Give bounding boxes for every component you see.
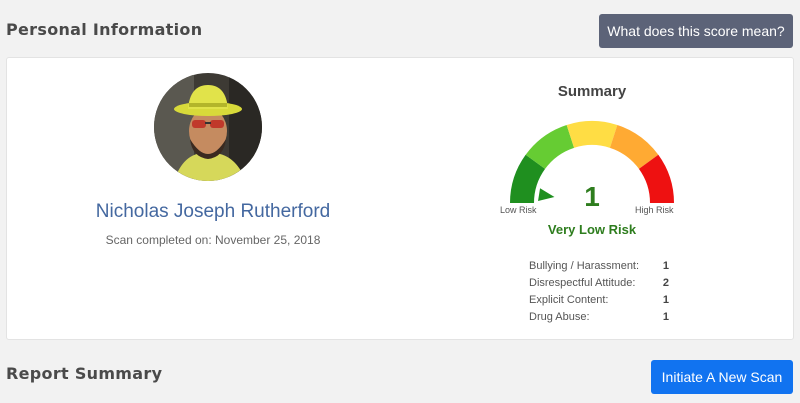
breakdown-value: 1 [662, 311, 669, 323]
risk-score: 1 [584, 181, 600, 212]
avatar [154, 73, 262, 181]
gauge-high-label: High Risk [635, 205, 674, 215]
breakdown-label: Explicit Content: [529, 294, 609, 306]
gauge-low-label: Low Risk [500, 205, 537, 215]
profile-photo [154, 73, 262, 181]
breakdown-value: 1 [662, 294, 669, 306]
risk-breakdown: Bullying / Harassment: 1 Disrespectful A… [529, 258, 669, 326]
breakdown-row: Drug Abuse: 1 [529, 309, 669, 326]
report-summary-heading: Report Summary [6, 364, 163, 383]
risk-level: Very Low Risk [547, 222, 637, 237]
breakdown-row: Bullying / Harassment: 1 [529, 258, 669, 275]
initiate-new-scan-button[interactable]: Initiate A New Scan [651, 360, 793, 394]
summary-title: Summary [557, 83, 627, 100]
score-meaning-button[interactable]: What does this score mean? [599, 14, 793, 48]
breakdown-row: Disrespectful Attitude: 2 [529, 275, 669, 292]
breakdown-label: Disrespectful Attitude: [529, 277, 636, 289]
personal-information-heading: Personal Information [6, 20, 203, 39]
breakdown-value: 1 [662, 260, 669, 272]
gauge-segment [566, 121, 618, 148]
personal-info-card: Nicholas Joseph Rutherford Scan complete… [6, 57, 794, 340]
scan-completed-date: Scan completed on: November 25, 2018 [105, 233, 321, 247]
breakdown-row: Explicit Content: 1 [529, 292, 669, 309]
breakdown-value: 2 [662, 277, 669, 289]
breakdown-label: Drug Abuse: [529, 311, 590, 323]
breakdown-label: Bullying / Harassment: [529, 260, 640, 272]
profile-name: Nicholas Joseph Rutherford [95, 201, 331, 222]
